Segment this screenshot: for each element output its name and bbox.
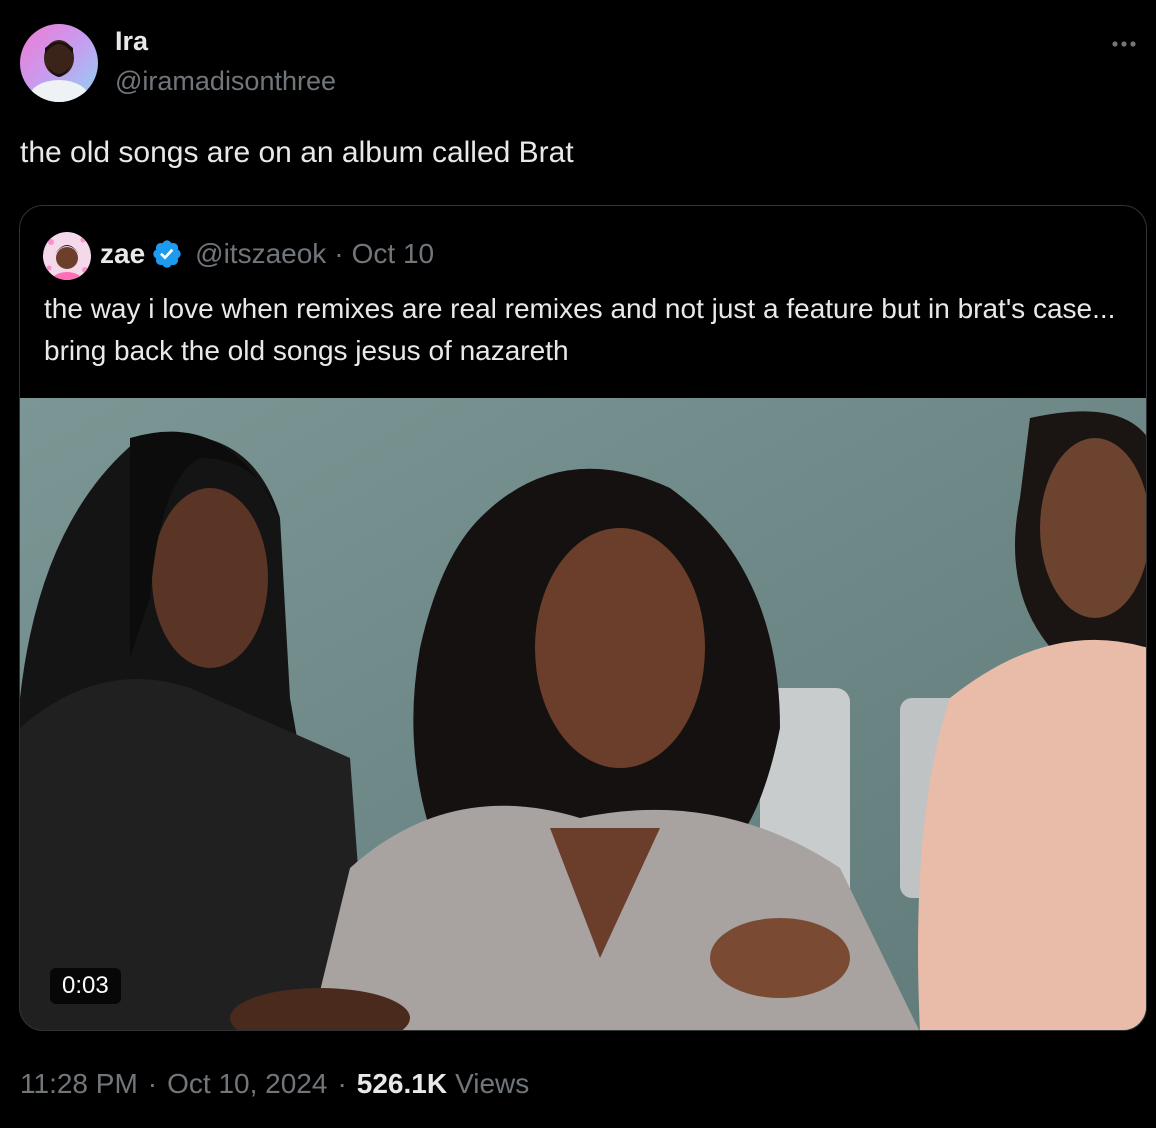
tweet-meta: 11:28 PM · Oct 10, 2024 · 526.1K Views [20,1068,529,1100]
video-duration-badge: 0:03 [50,968,121,1004]
quoted-display-name[interactable]: zae [100,238,145,270]
quoted-separator: · [334,238,344,269]
tweet-date[interactable]: Oct 10, 2024 [167,1068,327,1100]
tweet-text: the old songs are on an album called Bra… [20,136,574,169]
quoted-tweet-text: the way i love when remixes are real rem… [44,293,1116,366]
quoted-tweet-card[interactable]: zae @itszaeok · Oct 10 the way i love wh… [19,205,1147,1031]
quoted-date[interactable]: Oct 10 [352,238,434,270]
quoted-handle[interactable]: @itszaeok [195,238,326,270]
author-display-name[interactable]: Ira [115,26,148,57]
meta-separator-1: · [147,1068,158,1099]
quoted-tweet-header: zae @itszaeok · Oct 10 [100,238,434,270]
quoted-author-avatar[interactable] [43,232,91,280]
tweet-time[interactable]: 11:28 PM [20,1068,138,1100]
author-avatar[interactable] [20,24,98,102]
more-options-icon[interactable] [1104,24,1144,64]
verified-badge-icon [153,240,181,268]
views-count[interactable]: 526.1K [357,1068,447,1100]
video-frame [20,398,1146,1030]
author-handle[interactable]: @iramadisonthree [115,66,336,97]
views-label: Views [455,1068,530,1099]
quoted-video[interactable]: 0:03 [20,398,1146,1030]
meta-separator-2: · [337,1068,347,1099]
